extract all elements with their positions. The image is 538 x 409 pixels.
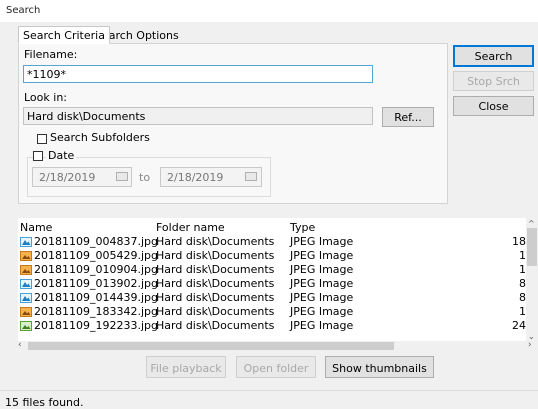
file-size: 1 (519, 249, 526, 262)
folder-name: Hard disk\Documents (156, 291, 275, 304)
subfolders-checkbox[interactable] (37, 134, 47, 144)
table-row[interactable]: 20181109_183342.jpg Hard disk\Documents … (18, 305, 528, 319)
scroll-right-icon[interactable]: › (528, 340, 532, 350)
file-name: 20181109_010904.jpg (34, 263, 158, 276)
calendar-dropdown-icon[interactable] (116, 172, 128, 181)
file-size: 24 (512, 319, 526, 332)
open-folder-button[interactable]: Open folder (236, 356, 316, 378)
table-row[interactable]: 20181109_005429.jpg Hard disk\Documents … (18, 249, 528, 263)
date-from-value: 2/18/2019 (39, 171, 96, 184)
close-button[interactable]: Close (453, 96, 534, 116)
scroll-up-icon[interactable]: ^ (528, 219, 535, 228)
ref-button[interactable]: Ref... (382, 107, 434, 127)
title-bar (0, 0, 538, 22)
folder-name: Hard disk\Documents (156, 319, 275, 332)
file-size: 18 (512, 235, 526, 248)
file-size: 8 (519, 277, 526, 290)
calendar-dropdown-icon[interactable] (245, 172, 257, 181)
filename-label: Filename: (24, 48, 78, 61)
vertical-scroll-thumb[interactable] (527, 228, 537, 266)
file-size: 8 (519, 291, 526, 304)
horizontal-scroll-thumb[interactable] (28, 342, 394, 350)
window-title: Search (6, 5, 41, 16)
image-blue-icon (20, 237, 32, 247)
filename-input[interactable]: *1109* (23, 65, 373, 83)
file-type: JPEG Image (290, 305, 354, 318)
folder-name: Hard disk\Documents (156, 263, 275, 276)
date-checkbox[interactable] (33, 151, 43, 161)
file-type: JPEG Image (290, 235, 354, 248)
file-type: JPEG Image (290, 291, 354, 304)
file-name: 20181109_005429.jpg (34, 249, 158, 262)
folder-name: Hard disk\Documents (156, 249, 275, 262)
file-type: JPEG Image (290, 263, 354, 276)
image-orange-icon (20, 251, 32, 261)
image-blue-icon (20, 279, 32, 289)
file-size: 1 (519, 305, 526, 318)
table-row[interactable]: 20181109_004837.jpg Hard disk\Documents … (18, 235, 528, 249)
results-list[interactable]: Name Folder name Type 20181109_004837.jp… (18, 218, 528, 342)
file-name: 20181109_004837.jpg (34, 235, 158, 248)
subfolders-label[interactable]: Search Subfolders (50, 131, 150, 144)
file-name: 20181109_013902.jpg (34, 277, 158, 290)
image-orange-icon (20, 265, 32, 275)
status-text: 15 files found. (5, 396, 84, 409)
status-divider (0, 390, 538, 391)
table-row[interactable]: 20181109_192233.jpg Hard disk\Documents … (18, 319, 528, 333)
table-row[interactable]: 20181109_010904.jpg Hard disk\Documents … (18, 263, 528, 277)
file-size: 1 (519, 263, 526, 276)
lookin-field: Hard disk\Documents (23, 107, 373, 125)
stop-search-button[interactable]: Stop Srch (453, 71, 534, 91)
image-blue-icon (20, 293, 32, 303)
file-name: 20181109_183342.jpg (34, 305, 158, 318)
folder-name: Hard disk\Documents (156, 235, 275, 248)
date-label[interactable]: Date (46, 149, 77, 162)
show-thumbnails-button[interactable]: Show thumbnails (325, 356, 434, 378)
file-type: JPEG Image (290, 319, 354, 332)
tab-search-criteria[interactable]: Search Criteria (18, 26, 110, 44)
file-type: JPEG Image (290, 277, 354, 290)
table-row[interactable]: 20181109_013902.jpg Hard disk\Documents … (18, 277, 528, 291)
column-header-name[interactable]: Name (20, 221, 52, 234)
folder-name: Hard disk\Documents (156, 277, 275, 290)
column-header-type[interactable]: Type (290, 221, 315, 234)
image-green-icon (20, 321, 32, 331)
lookin-label: Look in: (24, 91, 67, 104)
file-name: 20181109_014439.jpg (34, 291, 158, 304)
scroll-left-icon[interactable]: ‹ (18, 340, 22, 350)
file-playback-button[interactable]: File playback (146, 356, 226, 378)
date-to-value: 2/18/2019 (167, 171, 224, 184)
file-type: JPEG Image (290, 249, 354, 262)
file-name: 20181109_192233.jpg (34, 319, 158, 332)
search-button[interactable]: Search (453, 45, 534, 67)
image-orange-icon (20, 307, 32, 317)
folder-name: Hard disk\Documents (156, 305, 275, 318)
table-row[interactable]: 20181109_014439.jpg Hard disk\Documents … (18, 291, 528, 305)
column-header-folder[interactable]: Folder name (156, 221, 225, 234)
date-to-label: to (139, 171, 151, 184)
